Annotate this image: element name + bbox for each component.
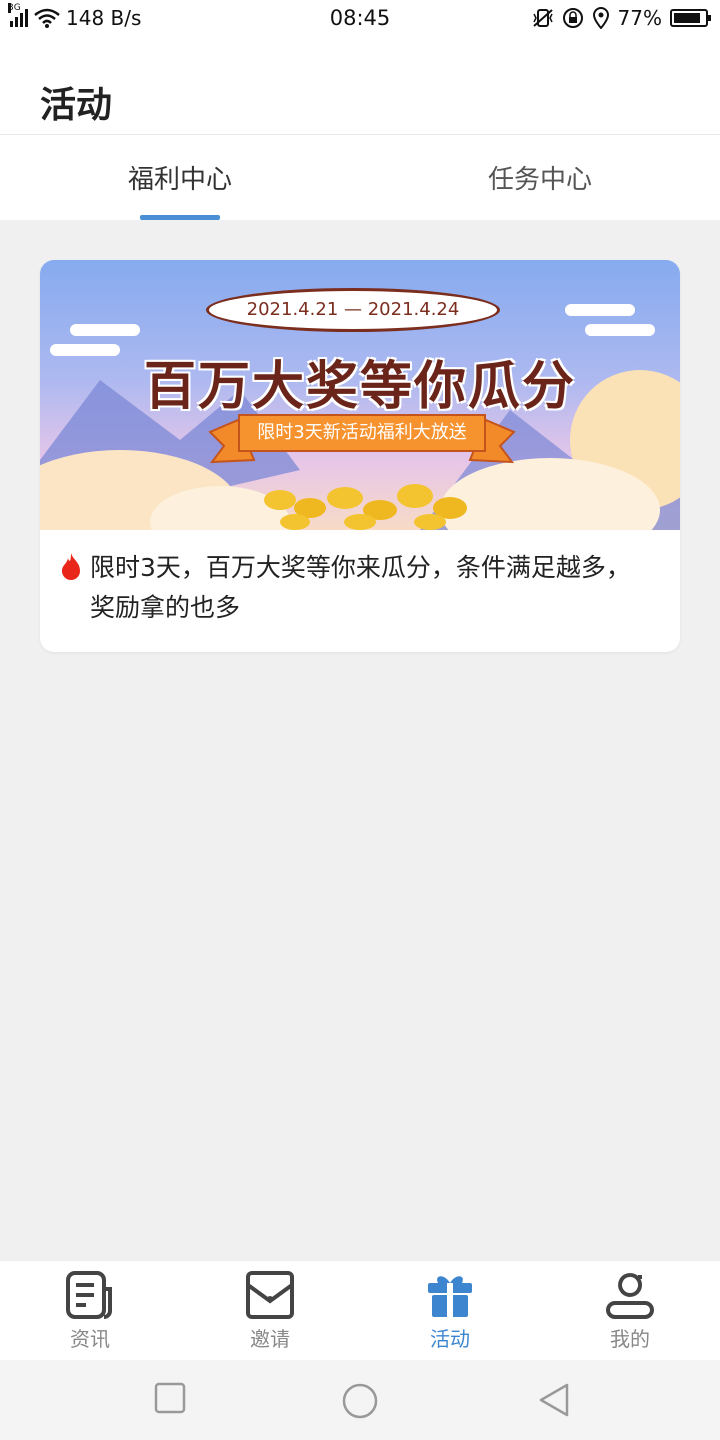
activity-card[interactable]: 2021.4.21 — 2021.4.24 百万大奖等你瓜分 限时3天新活动福利… [40, 260, 680, 652]
date-range-bubble: 2021.4.21 — 2021.4.24 [206, 288, 500, 332]
status-right: 77% [532, 6, 711, 30]
card-description: 限时3天，百万大奖等你来瓜分，条件满足越多，奖励拿的也多 [90, 553, 631, 622]
profile-icon [606, 1273, 654, 1319]
fire-icon [62, 553, 80, 580]
home-button[interactable] [341, 1382, 379, 1420]
rotation-lock-icon [562, 8, 583, 28]
nav-item-activity[interactable]: 活动 [360, 1269, 540, 1352]
nav-item-news[interactable]: 资讯 [0, 1269, 180, 1352]
banner-title: 百万大奖等你瓜分 [143, 357, 576, 417]
nav-label-activity: 活动 [430, 1327, 470, 1351]
recent-apps-button[interactable] [154, 1382, 186, 1414]
nav-item-invite[interactable]: 邀请 [180, 1269, 360, 1352]
activity-banner[interactable]: 2021.4.21 — 2021.4.24 百万大奖等你瓜分 限时3天新活动福利… [40, 260, 680, 530]
tab-welfare-center[interactable]: 福利中心 [0, 159, 360, 196]
system-nav-bar [0, 1360, 720, 1440]
back-button[interactable] [537, 1382, 571, 1418]
tab-bar: 福利中心 任务中心 [0, 135, 720, 220]
page-title: 活动 [40, 85, 113, 126]
location-icon [592, 7, 609, 29]
vibrate-icon [532, 9, 553, 27]
nav-label-profile: 我的 [610, 1327, 650, 1351]
active-tab-indicator [140, 215, 220, 220]
app-header: 活动 [0, 38, 720, 134]
battery-percent: 77% [617, 6, 662, 30]
battery-icon [670, 9, 711, 27]
nav-item-profile[interactable]: 我的 [540, 1269, 720, 1352]
nav-label-news: 资讯 [70, 1327, 110, 1351]
gift-icon [428, 1276, 472, 1317]
status-bar: 3G 148 B/s 08:45 77% [0, 0, 720, 38]
news-icon [66, 1271, 112, 1319]
nav-label-invite: 邀请 [250, 1327, 290, 1351]
tab-task-center[interactable]: 任务中心 [360, 159, 720, 196]
bottom-nav: 资讯 邀请 活动 我的 [0, 1260, 720, 1360]
promo-ribbon: 限时3天新活动福利大放送 [238, 414, 486, 452]
invite-envelope-icon [246, 1271, 294, 1319]
card-description-row: 限时3天，百万大奖等你来瓜分，条件满足越多，奖励拿的也多 [58, 548, 658, 628]
